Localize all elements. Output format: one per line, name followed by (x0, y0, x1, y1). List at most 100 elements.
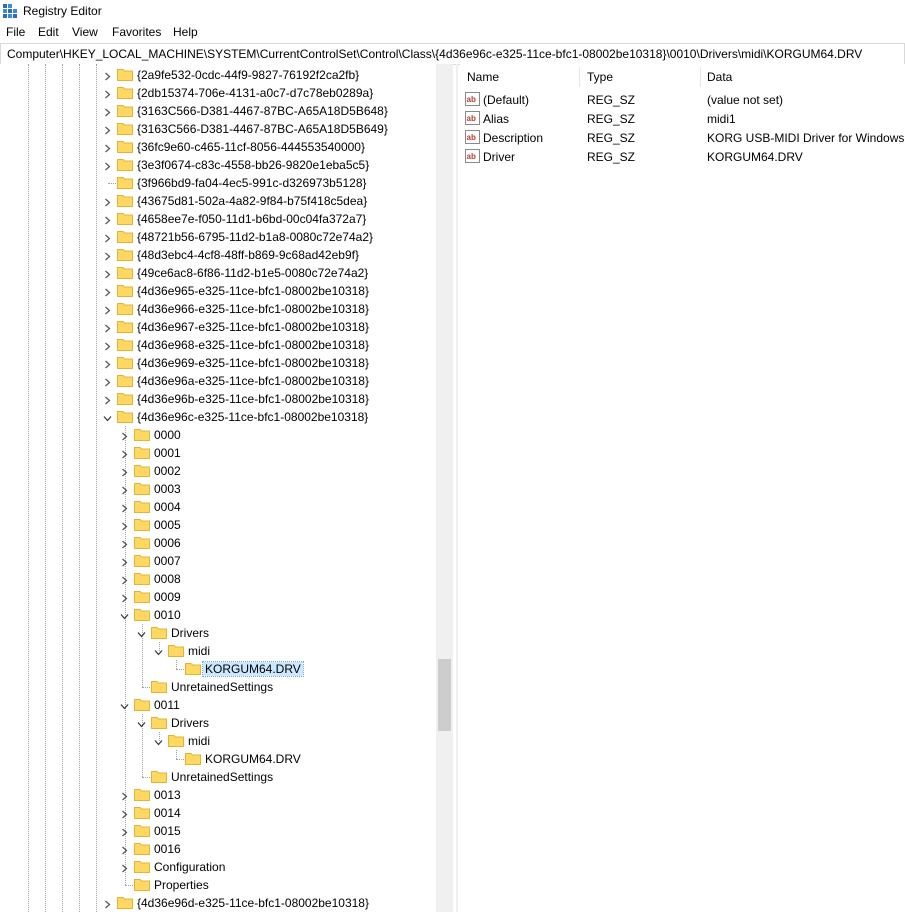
tree-node-label[interactable]: 0008 (152, 572, 183, 586)
tree-node-label[interactable]: Properties (152, 878, 211, 892)
tree-node-label[interactable]: {36fc9e60-c465-11cf-8056-444553540000} (135, 140, 367, 154)
menu-favorites[interactable]: Favorites (112, 25, 161, 39)
chevron-right-icon[interactable] (103, 322, 112, 333)
chevron-right-icon[interactable] (120, 502, 129, 513)
tree-node-label[interactable]: 0004 (152, 500, 183, 514)
chevron-right-icon[interactable] (103, 214, 112, 225)
chevron-right-icon[interactable] (103, 250, 112, 261)
chevron-down-icon[interactable] (103, 412, 112, 422)
tree-node-label[interactable]: UnretainedSettings (169, 680, 275, 694)
chevron-right-icon[interactable] (103, 304, 112, 315)
chevron-right-icon[interactable] (120, 466, 129, 477)
chevron-right-icon[interactable] (120, 430, 129, 441)
chevron-right-icon[interactable] (120, 826, 129, 837)
column-header-type[interactable]: Type (587, 70, 613, 84)
tree-node-label[interactable]: {4d36e966-e325-11ce-bfc1-08002be10318} (135, 302, 371, 316)
column-divider[interactable] (579, 67, 580, 87)
tree-node-label[interactable]: 0007 (152, 554, 183, 568)
chevron-right-icon[interactable] (103, 160, 112, 171)
tree-scrollbar-thumb[interactable] (438, 659, 451, 731)
chevron-right-icon[interactable] (120, 862, 129, 873)
tree-node-label[interactable]: 0015 (152, 824, 183, 838)
tree-node-label[interactable]: 0003 (152, 482, 183, 496)
chevron-right-icon[interactable] (120, 808, 129, 819)
column-header-name[interactable]: Name (467, 70, 499, 84)
tree-node-label[interactable]: {4d36e96c-e325-11ce-bfc1-08002be10318} (135, 410, 370, 424)
chevron-right-icon[interactable] (103, 196, 112, 207)
tree-node-label[interactable]: {43675d81-502a-4a82-9f84-b75f418c5dea} (135, 194, 369, 208)
value-row[interactable]: ab Driver REG_SZ KORGUM64.DRV (460, 147, 905, 166)
tree-node-label[interactable]: {4d36e96d-e325-11ce-bfc1-08002be10318} (135, 896, 371, 910)
tree-node-label[interactable]: UnretainedSettings (169, 770, 275, 784)
pane-splitter[interactable] (456, 64, 458, 912)
tree-node-label[interactable]: 0011 (152, 698, 182, 712)
tree-node-label[interactable]: 0002 (152, 464, 183, 478)
chevron-right-icon[interactable] (103, 286, 112, 297)
key-tree[interactable]: {2a9fe532-0cdc-44f9-9827-76192f2ca2fb} {2… (0, 64, 453, 912)
tree-node-label[interactable]: 0014 (152, 806, 183, 820)
chevron-right-icon[interactable] (120, 448, 129, 459)
chevron-right-icon[interactable] (120, 484, 129, 495)
tree-node-label[interactable]: {48d3ebc4-4cf8-48ff-b869-9c68ad42eb9f} (135, 248, 361, 262)
menu-help[interactable]: Help (173, 25, 198, 39)
chevron-right-icon[interactable] (120, 592, 129, 603)
chevron-down-icon[interactable] (154, 736, 163, 746)
chevron-right-icon[interactable] (120, 574, 129, 585)
menu-file[interactable]: File (6, 25, 25, 39)
chevron-right-icon[interactable] (103, 106, 112, 117)
tree-node-label[interactable]: midi (186, 644, 212, 658)
tree-node-label[interactable]: KORGUM64.DRV (203, 752, 303, 766)
tree-node-label[interactable]: 0001 (152, 446, 183, 460)
chevron-down-icon[interactable] (120, 610, 129, 620)
chevron-right-icon[interactable] (103, 232, 112, 243)
tree-node-label[interactable]: {2db15374-706e-4131-a0c7-d7c78eb0289a} (135, 86, 375, 100)
chevron-down-icon[interactable] (120, 700, 129, 710)
chevron-right-icon[interactable] (120, 844, 129, 855)
tree-node-label[interactable]: {4d36e967-e325-11ce-bfc1-08002be10318} (135, 320, 371, 334)
tree-node-label[interactable]: {4d36e965-e325-11ce-bfc1-08002be10318} (135, 284, 371, 298)
chevron-right-icon[interactable] (103, 340, 112, 351)
tree-node-label[interactable]: {4d36e968-e325-11ce-bfc1-08002be10318} (135, 338, 371, 352)
tree-node-label[interactable]: {4d36e969-e325-11ce-bfc1-08002be10318} (135, 356, 371, 370)
chevron-down-icon[interactable] (137, 718, 146, 728)
menu-view[interactable]: View (72, 25, 98, 39)
tree-node-label[interactable]: Drivers (169, 716, 211, 730)
tree-node-label[interactable]: KORGUM64.DRV (202, 661, 304, 677)
column-divider[interactable] (700, 67, 701, 87)
chevron-right-icon[interactable] (120, 538, 129, 549)
chevron-right-icon[interactable] (120, 556, 129, 567)
chevron-right-icon[interactable] (120, 790, 129, 801)
tree-node-label[interactable]: 0016 (152, 842, 183, 856)
chevron-right-icon[interactable] (103, 394, 112, 405)
tree-scrollbar[interactable] (436, 64, 453, 912)
tree-node-label[interactable]: {3e3f0674-c83c-4558-bb26-9820e1eba5c5} (135, 158, 371, 172)
chevron-right-icon[interactable] (103, 142, 112, 153)
chevron-right-icon[interactable] (103, 268, 112, 279)
column-header-data[interactable]: Data (707, 70, 732, 84)
chevron-right-icon[interactable] (103, 358, 112, 369)
chevron-right-icon[interactable] (103, 88, 112, 99)
tree-node-label[interactable]: midi (186, 734, 212, 748)
tree-node-label[interactable]: {4d36e96b-e325-11ce-bfc1-08002be10318} (135, 392, 371, 406)
chevron-right-icon[interactable] (103, 124, 112, 135)
values-list[interactable]: Name Type Data ab (Default) REG_SZ (valu… (460, 64, 905, 912)
tree-node-label[interactable]: 0000 (152, 428, 183, 442)
tree-node-label[interactable]: Configuration (152, 860, 227, 874)
tree-node-label[interactable]: {3f966bd9-fa04-4ec5-991c-d326973b5128} (135, 176, 369, 190)
tree-node-label[interactable]: {48721b56-6795-11d2-b1a8-0080c72e74a2} (135, 230, 375, 244)
address-bar[interactable]: Computer\HKEY_LOCAL_MACHINE\SYSTEM\Curre… (0, 43, 905, 65)
tree-node-label[interactable]: {4658ee7e-f050-11d1-b6bd-00c04fa372a7} (135, 212, 368, 226)
tree-node-label[interactable]: Drivers (169, 626, 211, 640)
chevron-right-icon[interactable] (120, 520, 129, 531)
chevron-right-icon[interactable] (103, 70, 112, 81)
tree-node-label[interactable]: {3163C566-D381-4467-87BC-A65A18D5B648} (135, 104, 390, 118)
chevron-down-icon[interactable] (137, 628, 146, 638)
value-row[interactable]: ab Description REG_SZ KORG USB-MIDI Driv… (460, 128, 905, 147)
tree-node-label[interactable]: 0006 (152, 536, 183, 550)
menu-edit[interactable]: Edit (38, 25, 59, 39)
tree-node-label[interactable]: 0013 (152, 788, 183, 802)
tree-node-label[interactable]: {3163C566-D381-4467-87BC-A65A18D5B649} (135, 122, 390, 136)
tree-node-label[interactable]: 0005 (152, 518, 183, 532)
chevron-right-icon[interactable] (103, 898, 112, 909)
tree-node-label[interactable]: {49ce6ac8-6f86-11d2-b1e5-0080c72e74a2} (135, 266, 370, 280)
